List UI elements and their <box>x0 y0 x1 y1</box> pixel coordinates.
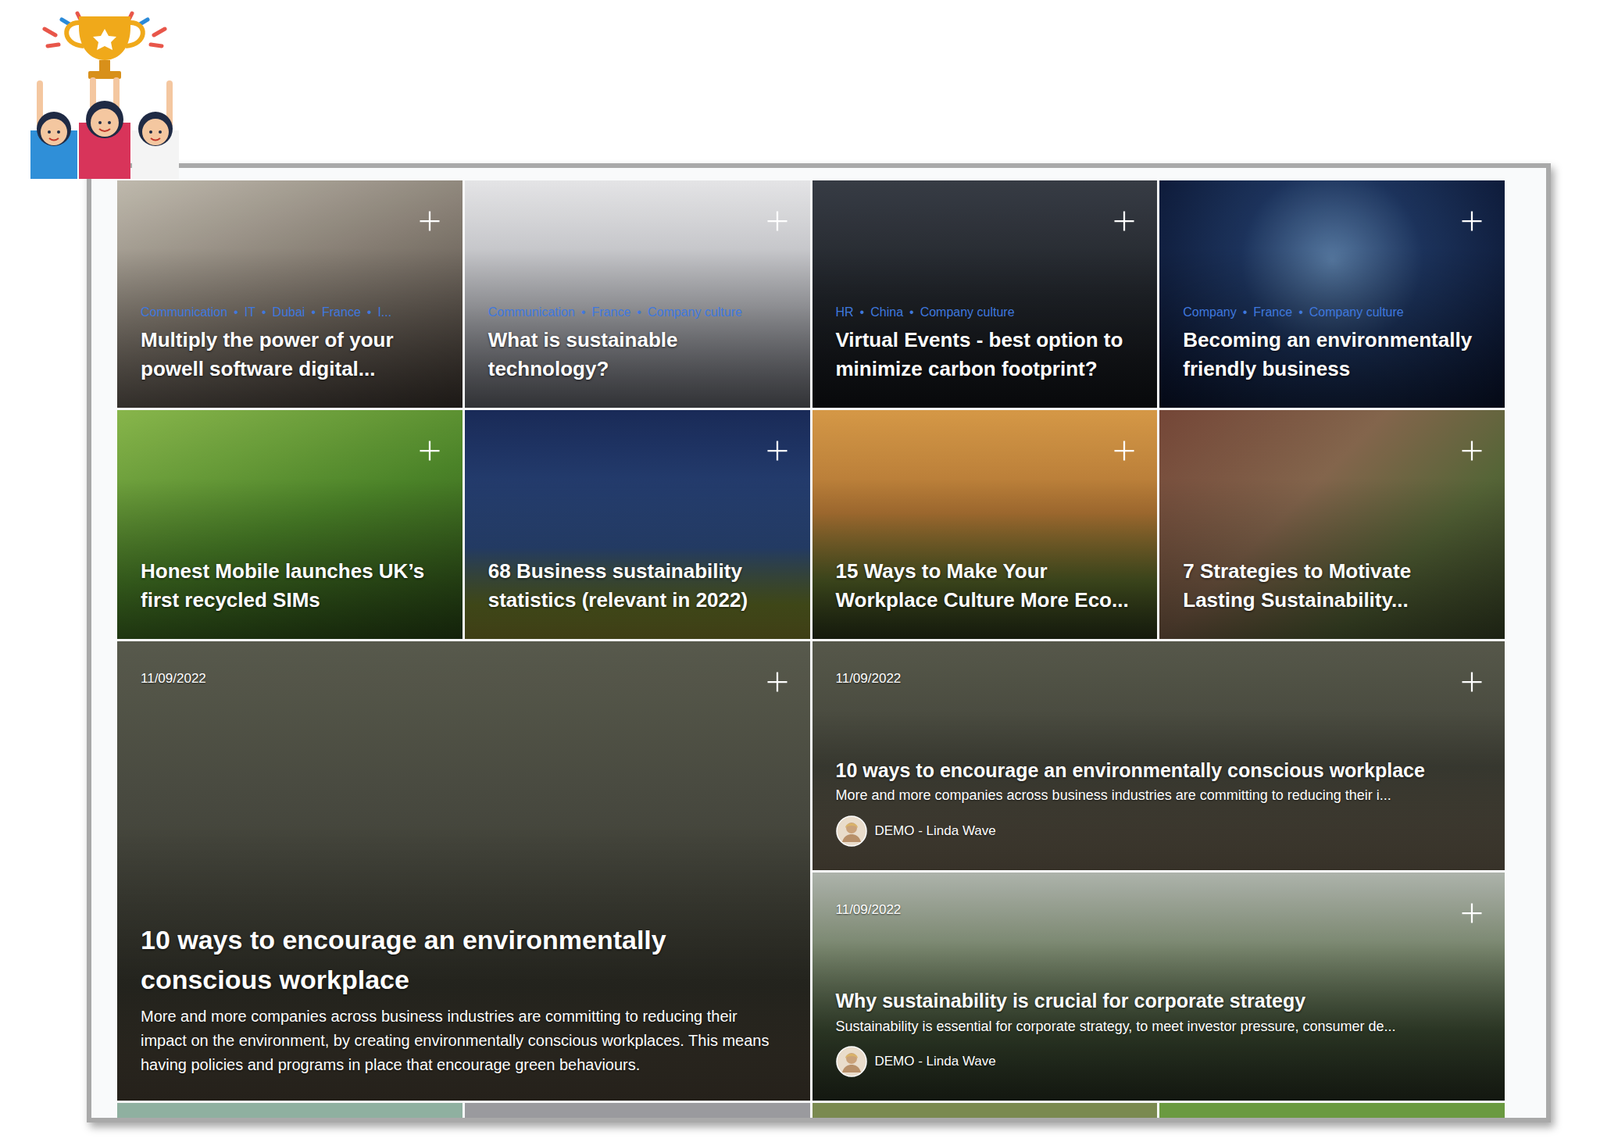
tag[interactable]: Company culture <box>920 305 1015 320</box>
tag[interactable]: France <box>1253 305 1293 320</box>
tag-list: Communication • IT • Dubai • France • I... <box>140 305 443 320</box>
tag[interactable]: Company culture <box>647 305 743 320</box>
side-title[interactable]: 10 ways to encourage an environmentally … <box>835 757 1483 784</box>
tag[interactable]: HR <box>835 305 854 320</box>
side-post[interactable]: 11/09/2022 10 ways to encourage an enviro… <box>812 641 1506 871</box>
side-description: More and more companies across business … <box>835 785 1483 806</box>
add-icon[interactable] <box>1460 209 1484 233</box>
side-body: Why sustainability is crucial for corpor… <box>835 988 1483 1078</box>
tag-separator: • <box>636 305 642 320</box>
side-description: Sustainability is essential for corporat… <box>835 1017 1483 1037</box>
news-tile[interactable] <box>464 1103 811 1123</box>
news-tile[interactable] <box>117 1103 463 1123</box>
tag[interactable]: Communication <box>488 305 575 320</box>
tile-title[interactable]: What is sustainable technology? <box>488 325 790 385</box>
tag[interactable]: Dubai <box>272 305 306 320</box>
tile-title[interactable]: Multiply the power of your powell softwa… <box>140 325 443 385</box>
tile-title[interactable]: Virtual Events - best option to minimize… <box>835 325 1138 385</box>
trophy-team-icon <box>30 5 179 179</box>
tag-separator: • <box>367 305 372 320</box>
featured-title[interactable]: 10 ways to encourage an environmentally … <box>140 920 787 1000</box>
add-icon[interactable] <box>417 439 442 463</box>
tag-list: Company • France • Company culture <box>1182 305 1485 320</box>
side-title[interactable]: Why sustainability is crucial for corpor… <box>835 988 1483 1015</box>
tile-body: Honest Mobile launches UK’s first recycl… <box>117 410 463 640</box>
avatar-icon <box>835 1046 868 1078</box>
tag[interactable]: I... <box>377 305 392 320</box>
tag[interactable]: Company <box>1182 305 1236 320</box>
tile-body: Communication • France • Company culture What… <box>464 180 811 408</box>
add-icon[interactable] <box>1460 439 1484 463</box>
add-icon[interactable] <box>765 439 790 463</box>
news-tile[interactable] <box>1159 1103 1505 1123</box>
news-tile[interactable]: Honest Mobile launches UK’s first recycl… <box>117 410 463 640</box>
author[interactable]: DEMO - Linda Wave <box>835 1046 1483 1078</box>
tag-separator: • <box>1298 305 1304 320</box>
post-date: 11/09/2022 <box>812 872 1506 918</box>
page: Communication • IT • Dubai • France • I... Multip… <box>0 0 1600 1142</box>
tile-body: HR • China • Company culture Virtual Events -… <box>812 180 1158 408</box>
tag[interactable]: China <box>870 305 904 320</box>
author[interactable]: DEMO - Linda Wave <box>835 815 1483 847</box>
tile-title[interactable]: Honest Mobile launches UK’s first recycl… <box>140 557 443 616</box>
avatar-icon <box>835 815 868 847</box>
post-date: 11/09/2022 <box>812 641 1506 687</box>
side-post[interactable]: 11/09/2022 Why sustainability is crucial … <box>812 872 1506 1102</box>
tag-list: HR • China • Company culture <box>835 305 1138 320</box>
tag[interactable]: Company culture <box>1309 305 1404 320</box>
tile-body: 7 Strategies to Motivate Lasting Sustain… <box>1159 410 1505 640</box>
news-tile[interactable] <box>812 1103 1158 1123</box>
post-date: 11/09/2022 <box>117 641 811 687</box>
news-tile[interactable]: Communication • IT • Dubai • France • I... Multip… <box>117 180 463 408</box>
tile-body: 15 Ways to Make Your Workplace Culture M… <box>812 410 1158 640</box>
tile-body: Communication • IT • Dubai • France • I... Multip… <box>117 180 463 408</box>
tile-title[interactable]: 68 Business sustainability statistics (r… <box>488 557 790 616</box>
news-tile[interactable]: Communication • France • Company culture What… <box>464 180 811 408</box>
add-icon[interactable] <box>765 209 790 233</box>
side-posts: 11/09/2022 10 ways to encourage an enviro… <box>812 641 1506 1101</box>
tag-list: Communication • France • Company culture <box>488 305 790 320</box>
tag-separator: • <box>261 305 267 320</box>
add-icon[interactable] <box>1112 439 1136 463</box>
tag-separator: • <box>310 305 316 320</box>
tag[interactable]: France <box>592 305 632 320</box>
news-tile[interactable]: 15 Ways to Make Your Workplace Culture M… <box>812 410 1158 640</box>
add-icon[interactable] <box>1112 209 1136 233</box>
featured-post[interactable]: 11/09/2022 10 ways to encourage an enviro… <box>117 641 811 1101</box>
tag-separator: • <box>233 305 239 320</box>
add-icon[interactable] <box>765 670 790 694</box>
tag-separator: • <box>860 305 865 320</box>
news-tile[interactable]: 7 Strategies to Motivate Lasting Sustain… <box>1159 410 1505 640</box>
news-frame: Communication • IT • Dubai • France • I... Multip… <box>86 163 1551 1123</box>
add-icon[interactable] <box>1460 670 1484 694</box>
tag[interactable]: Communication <box>140 305 228 320</box>
news-tile[interactable]: 68 Business sustainability statistics (r… <box>464 410 811 640</box>
tag-separator: • <box>909 305 915 320</box>
author-name[interactable]: DEMO - Linda Wave <box>875 1053 997 1070</box>
featured-description: More and more companies across business … <box>140 1004 787 1078</box>
featured-shade <box>117 641 811 1101</box>
side-body: 10 ways to encourage an environmentally … <box>835 757 1483 847</box>
tag-separator: • <box>581 305 586 320</box>
tile-title[interactable]: 15 Ways to Make Your Workplace Culture M… <box>835 557 1138 616</box>
news-grid: Communication • IT • Dubai • France • I... Multip… <box>117 180 1505 1123</box>
tile-body: Company • France • Company culture Becoming a… <box>1159 180 1505 408</box>
news-tile[interactable]: Company • France • Company culture Becoming a… <box>1159 180 1505 408</box>
tag-separator: • <box>1242 305 1248 320</box>
tag[interactable]: France <box>321 305 361 320</box>
featured-body: 10 ways to encourage an environmentally … <box>140 920 787 1078</box>
tile-title[interactable]: 7 Strategies to Motivate Lasting Sustain… <box>1182 557 1485 616</box>
add-icon[interactable] <box>417 209 442 233</box>
tile-body: 68 Business sustainability statistics (r… <box>464 410 811 640</box>
tag[interactable]: IT <box>244 305 256 320</box>
author-name[interactable]: DEMO - Linda Wave <box>875 823 997 840</box>
tile-title[interactable]: Becoming an environmentally friendly bus… <box>1182 325 1485 385</box>
add-icon[interactable] <box>1460 901 1484 925</box>
news-tile[interactable]: HR • China • Company culture Virtual Events -… <box>812 180 1158 408</box>
